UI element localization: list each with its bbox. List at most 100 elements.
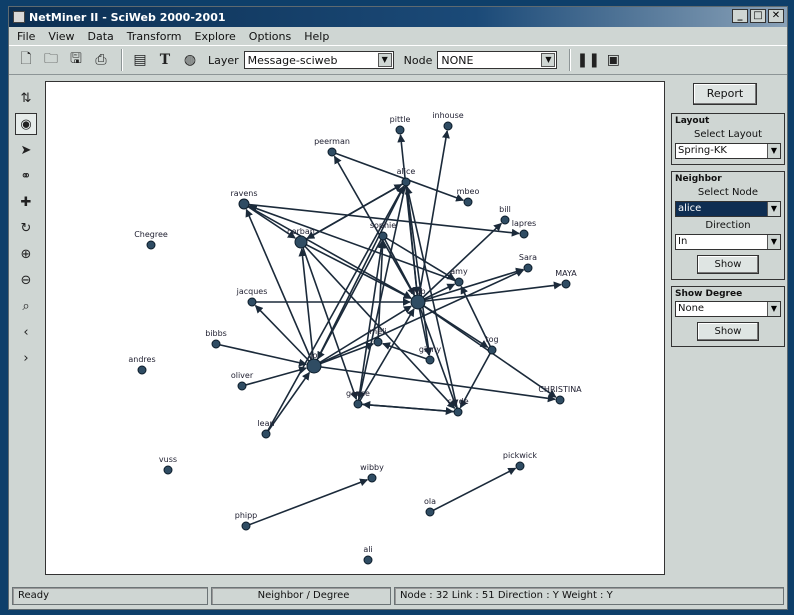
menu-file[interactable]: File (15, 30, 37, 43)
graph-node[interactable]: bill (499, 205, 511, 225)
layer-select[interactable]: Message-sciweb ▼ (243, 51, 394, 69)
node-circle[interactable] (425, 355, 435, 365)
pointer-icon[interactable]: ➤ (15, 139, 37, 161)
node-circle[interactable] (401, 177, 411, 187)
chevron-down-icon[interactable]: ▼ (767, 144, 780, 158)
minimize-button[interactable]: _ (732, 9, 748, 23)
menu-data[interactable]: Data (86, 30, 116, 43)
node-circle[interactable] (561, 279, 571, 289)
degree-select[interactable]: None ▼ (675, 301, 781, 317)
graph-node[interactable]: peerman (314, 137, 350, 157)
text-icon[interactable]: T (154, 49, 176, 71)
node-circle[interactable] (519, 229, 529, 239)
node-circle[interactable] (443, 121, 453, 131)
node-circle[interactable] (237, 381, 247, 391)
graph-node[interactable]: hub (410, 287, 426, 310)
node-circle[interactable] (353, 399, 363, 409)
node-circle[interactable] (367, 473, 377, 483)
node-circle[interactable] (487, 345, 497, 355)
network-canvas[interactable]: pittle inhouse peerman alice mbeo ravens bill c… (45, 81, 665, 575)
network-tool-icon[interactable]: ◉ (15, 113, 37, 135)
menu-transform[interactable]: Transform (125, 30, 184, 43)
zoom-in-icon[interactable]: ⊕ (15, 243, 37, 265)
neighbor-show-button[interactable]: Show (697, 255, 759, 274)
layout-select[interactable]: Spring-KK ▼ (675, 143, 781, 159)
menu-view[interactable]: View (46, 30, 76, 43)
chevron-down-icon[interactable]: ▼ (767, 202, 780, 216)
graph-node[interactable]: sophie (370, 221, 396, 241)
menu-help[interactable]: Help (302, 30, 331, 43)
graph-node[interactable]: mbeo (457, 187, 480, 207)
graph-node[interactable]: Chegree (134, 230, 168, 250)
node-circle[interactable] (454, 277, 464, 287)
graph-node[interactable]: andres (128, 355, 156, 375)
zoom-out-icon[interactable]: ⊖ (15, 269, 37, 291)
node-circle[interactable] (327, 147, 337, 157)
graph-node[interactable]: ginny (419, 345, 441, 365)
node-circle[interactable] (137, 365, 147, 375)
graph-node[interactable]: amy (450, 267, 468, 287)
node-circle[interactable] (146, 240, 156, 250)
node-circle[interactable] (373, 337, 383, 347)
node-circle[interactable] (500, 215, 510, 225)
graph-node[interactable]: ravens (230, 189, 258, 210)
graph-node[interactable]: lean (257, 419, 275, 439)
node-circle[interactable] (515, 461, 525, 471)
node-select[interactable]: NONE ▼ (437, 51, 558, 69)
table-icon[interactable]: ▤ (129, 49, 151, 71)
graph-node[interactable]: vuss (159, 455, 177, 475)
back-icon[interactable]: ‹ (15, 321, 37, 343)
node-circle[interactable] (261, 429, 271, 439)
chevron-down-icon[interactable]: ▼ (767, 235, 780, 249)
graph-node[interactable]: phipp (235, 511, 258, 531)
node-circle[interactable] (453, 407, 463, 417)
forward-icon[interactable]: › (15, 347, 37, 369)
graph-node[interactable]: wibby (360, 463, 384, 483)
node-circle[interactable] (463, 197, 473, 207)
layout-tool-icon[interactable]: ⇅ (15, 87, 37, 109)
zoom-fit-icon[interactable]: ⌕ (15, 295, 37, 317)
graph-node[interactable]: oliver (231, 371, 254, 391)
node-circle[interactable] (363, 555, 373, 565)
print-icon[interactable]: ⎙ (90, 49, 112, 71)
rotate-icon[interactable]: ↻ (15, 217, 37, 239)
chevron-down-icon[interactable]: ▼ (377, 53, 392, 67)
new-file-icon[interactable]: 🗋 (15, 49, 37, 71)
node-circle[interactable] (306, 358, 322, 374)
graph-node[interactable]: pittle (390, 115, 411, 135)
degree-show-button[interactable]: Show (697, 322, 759, 341)
graph-node[interactable]: ola (424, 497, 436, 517)
node-circle[interactable] (294, 235, 308, 249)
graph-node[interactable]: tog (485, 335, 499, 355)
node-circle[interactable] (378, 231, 388, 241)
menu-explore[interactable]: Explore (193, 30, 238, 43)
node-circle[interactable] (410, 294, 426, 310)
node-circle[interactable] (241, 521, 251, 531)
node-circle[interactable] (555, 395, 565, 405)
node-circle[interactable] (425, 507, 435, 517)
graph-node[interactable]: lapres (512, 219, 536, 239)
open-folder-icon[interactable]: 🗀 (40, 49, 62, 71)
node-circle[interactable] (163, 465, 173, 475)
close-button[interactable]: ✕ (768, 9, 784, 23)
graph-node[interactable]: clyde (447, 397, 469, 417)
graph-node[interactable]: corban (287, 227, 315, 249)
node-circle[interactable] (395, 125, 405, 135)
move-icon[interactable]: ✚ (15, 191, 37, 213)
graph-node[interactable]: pickwick (503, 451, 537, 471)
maximize-button[interactable]: □ (750, 9, 766, 23)
report-button[interactable]: Report (693, 83, 757, 105)
node-circle[interactable] (523, 263, 533, 273)
chevron-down-icon[interactable]: ▼ (541, 53, 556, 67)
save-icon[interactable]: 🖫 (65, 49, 87, 71)
globe-icon[interactable]: ◍ (179, 49, 201, 71)
menu-options[interactable]: Options (247, 30, 293, 43)
pause-icon[interactable]: ❚❚ (577, 49, 600, 71)
node-circle[interactable] (238, 198, 250, 210)
chevron-down-icon[interactable]: ▼ (767, 302, 780, 316)
node-circle[interactable] (247, 297, 257, 307)
document-icon[interactable]: ▣ (602, 49, 624, 71)
graph-node[interactable]: jacques (236, 287, 268, 307)
graph-node[interactable]: ali (363, 545, 373, 565)
direction-select[interactable]: In ▼ (675, 234, 781, 250)
